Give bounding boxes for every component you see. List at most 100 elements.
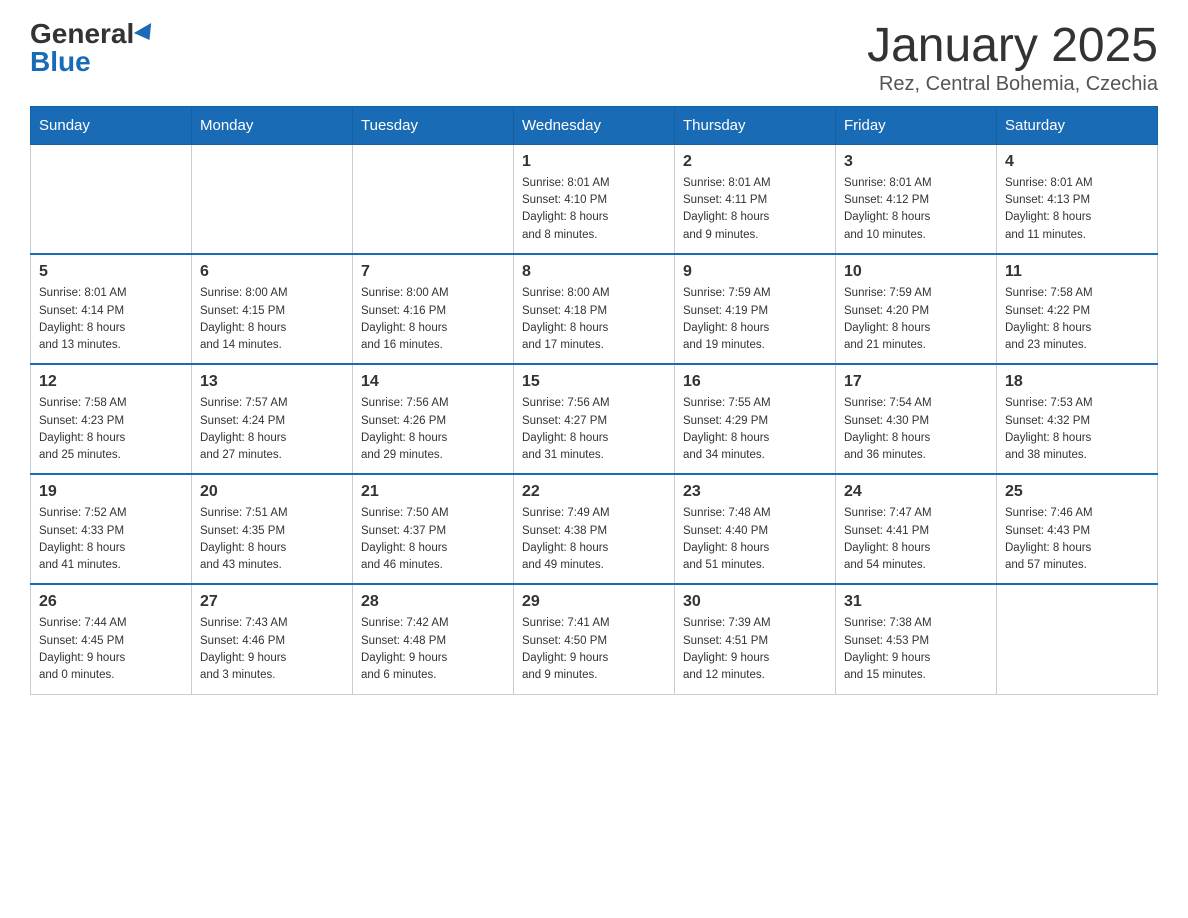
weekday-header-saturday: Saturday xyxy=(997,106,1158,144)
day-info: Sunrise: 7:39 AMSunset: 4:51 PMDaylight:… xyxy=(683,615,827,684)
day-number: 28 xyxy=(361,593,505,611)
logo-general-text: General xyxy=(30,20,134,48)
day-number: 6 xyxy=(200,263,344,281)
calendar-cell: 29 Sunrise: 7:41 AMSunset: 4:50 PMDayligh… xyxy=(514,584,675,694)
day-info: Sunrise: 7:59 AMSunset: 4:19 PMDaylight:… xyxy=(683,285,827,354)
day-number: 22 xyxy=(522,483,666,501)
day-info: Sunrise: 7:54 AMSunset: 4:30 PMDaylight:… xyxy=(844,395,988,464)
day-info: Sunrise: 8:00 AMSunset: 4:16 PMDaylight:… xyxy=(361,285,505,354)
day-number: 8 xyxy=(522,263,666,281)
calendar-week-row: 12Sunrise: 7:58 AMSunset: 4:23 PMDayligh… xyxy=(31,364,1158,474)
calendar-cell: 31Sunrise: 7:38 AMSunset: 4:53 PMDayligh… xyxy=(836,584,997,694)
day-info: Sunrise: 7:47 AMSunset: 4:41 PMDaylight:… xyxy=(844,505,988,574)
day-number: 13 xyxy=(200,373,344,391)
month-title: January 2025 xyxy=(867,20,1158,73)
day-info: Sunrise: 7:42 AMSunset: 4:48 PMDaylight:… xyxy=(361,615,505,684)
day-info: Sunrise: 7:49 AMSunset: 4:38 PMDaylight:… xyxy=(522,505,666,574)
day-number: 5 xyxy=(39,263,183,281)
calendar-cell: 26Sunrise: 7:44 AMSunset: 4:45 PMDayligh… xyxy=(31,584,192,694)
calendar-cell: 7Sunrise: 8:00 AMSunset: 4:16 PMDaylight… xyxy=(353,254,514,364)
day-number: 1 xyxy=(522,153,666,171)
day-info: Sunrise: 7:56 AMSunset: 4:26 PMDaylight:… xyxy=(361,395,505,464)
calendar-week-row: 1 Sunrise: 8:01 AMSunset: 4:10 PMDaylight… xyxy=(31,144,1158,254)
calendar-cell: 10 Sunrise: 7:59 AMSunset: 4:20 PMDayligh… xyxy=(836,254,997,364)
day-info: Sunrise: 7:58 AMSunset: 4:23 PMDaylight:… xyxy=(39,395,183,464)
page-header: General Blue January 2025 Rez, Central B… xyxy=(30,20,1158,96)
day-info: Sunrise: 7:55 AMSunset: 4:29 PMDaylight:… xyxy=(683,395,827,464)
calendar-cell: 12Sunrise: 7:58 AMSunset: 4:23 PMDayligh… xyxy=(31,364,192,474)
day-number: 4 xyxy=(1005,153,1149,171)
day-info: Sunrise: 7:44 AMSunset: 4:45 PMDaylight:… xyxy=(39,615,183,684)
calendar-table: SundayMondayTuesdayWednesdayThursdayFrid… xyxy=(30,106,1158,695)
day-info: Sunrise: 7:48 AMSunset: 4:40 PMDaylight:… xyxy=(683,505,827,574)
day-number: 14 xyxy=(361,373,505,391)
day-number: 16 xyxy=(683,373,827,391)
day-info: Sunrise: 7:53 AMSunset: 4:32 PMDaylight:… xyxy=(1005,395,1149,464)
day-number: 20 xyxy=(200,483,344,501)
weekday-header-monday: Monday xyxy=(192,106,353,144)
weekday-header-thursday: Thursday xyxy=(675,106,836,144)
day-number: 15 xyxy=(522,373,666,391)
calendar-cell: 21Sunrise: 7:50 AMSunset: 4:37 PMDayligh… xyxy=(353,474,514,584)
day-info: Sunrise: 8:01 AMSunset: 4:12 PMDaylight:… xyxy=(844,175,988,244)
calendar-cell: 22 Sunrise: 7:49 AMSunset: 4:38 PMDayligh… xyxy=(514,474,675,584)
day-info: Sunrise: 8:00 AMSunset: 4:15 PMDaylight:… xyxy=(200,285,344,354)
day-info: Sunrise: 8:01 AMSunset: 4:11 PMDaylight:… xyxy=(683,175,827,244)
calendar-cell: 14 Sunrise: 7:56 AMSunset: 4:26 PMDayligh… xyxy=(353,364,514,474)
calendar-week-row: 5 Sunrise: 8:01 AMSunset: 4:14 PMDaylight… xyxy=(31,254,1158,364)
weekday-header-sunday: Sunday xyxy=(31,106,192,144)
calendar-cell xyxy=(353,144,514,254)
calendar-cell: 15 Sunrise: 7:56 AMSunset: 4:27 PMDayligh… xyxy=(514,364,675,474)
calendar-cell xyxy=(997,584,1158,694)
day-info: Sunrise: 7:52 AMSunset: 4:33 PMDaylight:… xyxy=(39,505,183,574)
day-number: 29 xyxy=(522,593,666,611)
day-number: 18 xyxy=(1005,373,1149,391)
calendar-cell: 23 Sunrise: 7:48 AMSunset: 4:40 PMDayligh… xyxy=(675,474,836,584)
logo-triangle-icon xyxy=(134,23,158,45)
calendar-cell: 4 Sunrise: 8:01 AMSunset: 4:13 PMDaylight… xyxy=(997,144,1158,254)
day-info: Sunrise: 7:50 AMSunset: 4:37 PMDaylight:… xyxy=(361,505,505,574)
day-info: Sunrise: 7:58 AMSunset: 4:22 PMDaylight:… xyxy=(1005,285,1149,354)
day-number: 25 xyxy=(1005,483,1149,501)
calendar-cell: 24 Sunrise: 7:47 AMSunset: 4:41 PMDayligh… xyxy=(836,474,997,584)
weekday-header-tuesday: Tuesday xyxy=(353,106,514,144)
calendar-cell: 16 Sunrise: 7:55 AMSunset: 4:29 PMDayligh… xyxy=(675,364,836,474)
calendar-week-row: 19 Sunrise: 7:52 AMSunset: 4:33 PMDayligh… xyxy=(31,474,1158,584)
title-section: January 2025 Rez, Central Bohemia, Czech… xyxy=(867,20,1158,96)
calendar-cell: 28 Sunrise: 7:42 AMSunset: 4:48 PMDayligh… xyxy=(353,584,514,694)
day-info: Sunrise: 7:41 AMSunset: 4:50 PMDaylight:… xyxy=(522,615,666,684)
calendar-cell: 27Sunrise: 7:43 AMSunset: 4:46 PMDayligh… xyxy=(192,584,353,694)
day-info: Sunrise: 7:38 AMSunset: 4:53 PMDaylight:… xyxy=(844,615,988,684)
calendar-cell: 3Sunrise: 8:01 AMSunset: 4:12 PMDaylight… xyxy=(836,144,997,254)
day-number: 24 xyxy=(844,483,988,501)
calendar-cell: 19 Sunrise: 7:52 AMSunset: 4:33 PMDayligh… xyxy=(31,474,192,584)
day-info: Sunrise: 8:01 AMSunset: 4:10 PMDaylight:… xyxy=(522,175,666,244)
day-number: 2 xyxy=(683,153,827,171)
calendar-cell xyxy=(31,144,192,254)
calendar-cell: 30 Sunrise: 7:39 AMSunset: 4:51 PMDayligh… xyxy=(675,584,836,694)
day-number: 11 xyxy=(1005,263,1149,281)
day-info: Sunrise: 7:59 AMSunset: 4:20 PMDaylight:… xyxy=(844,285,988,354)
calendar-cell: 5 Sunrise: 8:01 AMSunset: 4:14 PMDaylight… xyxy=(31,254,192,364)
day-info: Sunrise: 8:01 AMSunset: 4:14 PMDaylight:… xyxy=(39,285,183,354)
calendar-cell: 20Sunrise: 7:51 AMSunset: 4:35 PMDayligh… xyxy=(192,474,353,584)
weekday-header-friday: Friday xyxy=(836,106,997,144)
day-number: 10 xyxy=(844,263,988,281)
calendar-cell: 6 Sunrise: 8:00 AMSunset: 4:15 PMDaylight… xyxy=(192,254,353,364)
day-info: Sunrise: 7:56 AMSunset: 4:27 PMDaylight:… xyxy=(522,395,666,464)
day-number: 19 xyxy=(39,483,183,501)
weekday-header-row: SundayMondayTuesdayWednesdayThursdayFrid… xyxy=(31,106,1158,144)
calendar-cell: 13Sunrise: 7:57 AMSunset: 4:24 PMDayligh… xyxy=(192,364,353,474)
logo: General Blue xyxy=(30,20,156,76)
calendar-cell: 11 Sunrise: 7:58 AMSunset: 4:22 PMDayligh… xyxy=(997,254,1158,364)
location-label: Rez, Central Bohemia, Czechia xyxy=(867,73,1158,96)
day-number: 30 xyxy=(683,593,827,611)
day-info: Sunrise: 8:01 AMSunset: 4:13 PMDaylight:… xyxy=(1005,175,1149,244)
calendar-cell: 17Sunrise: 7:54 AMSunset: 4:30 PMDayligh… xyxy=(836,364,997,474)
day-number: 23 xyxy=(683,483,827,501)
calendar-cell: 25Sunrise: 7:46 AMSunset: 4:43 PMDayligh… xyxy=(997,474,1158,584)
calendar-week-row: 26Sunrise: 7:44 AMSunset: 4:45 PMDayligh… xyxy=(31,584,1158,694)
calendar-cell: 18 Sunrise: 7:53 AMSunset: 4:32 PMDayligh… xyxy=(997,364,1158,474)
calendar-cell: 2 Sunrise: 8:01 AMSunset: 4:11 PMDaylight… xyxy=(675,144,836,254)
weekday-header-wednesday: Wednesday xyxy=(514,106,675,144)
